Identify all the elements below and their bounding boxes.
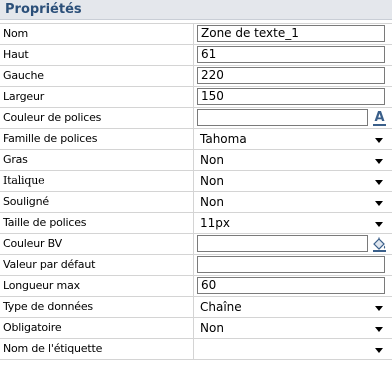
property-row-italique: Italique Non [0,171,392,192]
max-length-input[interactable]: 60 [197,277,385,294]
property-label: Obligatoire [0,318,194,338]
chevron-down-icon[interactable] [375,201,383,206]
property-label: Gauche [0,66,194,86]
property-row-gras: Gras Non [0,150,392,171]
panel-title: Propriétés [0,0,392,20]
property-label: Nom [0,24,194,44]
chevron-down-icon[interactable] [375,222,383,227]
property-row-longueur-max: Longueur max 60 [0,276,392,297]
property-row-obligatoire: Obligatoire Non [0,318,392,339]
left-input[interactable]: 220 [197,67,385,84]
property-row-nom-etiquette: Nom de l'étiquette [0,339,392,360]
chevron-down-icon[interactable] [375,306,383,311]
selected-value: Chaîne [200,300,242,314]
font-family-select[interactable]: Tahoma [197,131,385,148]
selected-value: Non [200,195,224,209]
selected-value: 11px [200,216,230,230]
chevron-down-icon[interactable] [375,138,383,143]
font-size-select[interactable]: 11px [197,215,385,232]
font-color-input[interactable] [197,109,368,126]
selected-value: Non [200,153,224,167]
top-input[interactable]: 61 [197,46,385,63]
property-row-souligne: Souligné Non [0,192,392,213]
property-label: Couleur BV [0,234,194,254]
border-color-input[interactable] [197,235,368,252]
selected-value: Non [200,174,224,188]
property-label: Largeur [0,87,194,107]
name-input[interactable]: Zone de texte_1 [197,25,385,42]
label-name-select[interactable] [197,341,385,358]
property-row-couleur-police: Couleur de polices A [0,108,392,129]
selected-value: Non [200,321,224,335]
property-label: Nom de l'étiquette [0,339,194,359]
property-row-type-donnees: Type de données Chaîne [0,297,392,318]
property-row-haut: Haut 61 [0,45,392,66]
width-input[interactable]: 150 [197,88,385,105]
property-grid: Nom Zone de texte_1 Haut 61 Gauche 220 L… [0,23,392,360]
property-label: Taille de polices [0,213,194,233]
property-label: Souligné [0,192,194,212]
property-row-taille-police: Taille de polices 11px [0,213,392,234]
property-label: Gras [0,150,194,170]
property-label: Longueur max [0,276,194,296]
property-label: Haut [0,45,194,65]
property-row-famille-police: Famille de polices Tahoma [0,129,392,150]
bold-select[interactable]: Non [197,152,385,169]
property-label: Italique [0,171,194,191]
property-row-largeur: Largeur 150 [0,87,392,108]
italic-select[interactable]: Non [197,173,385,190]
property-row-valeur-defaut: Valeur par défaut [0,255,392,276]
data-type-select[interactable]: Chaîne [197,299,385,316]
property-label: Couleur de polices [0,108,194,128]
property-label: Valeur par défaut [0,255,194,275]
chevron-down-icon[interactable] [375,180,383,185]
property-label: Type de données [0,297,194,317]
chevron-down-icon[interactable] [375,327,383,332]
property-row-nom: Nom Zone de texte_1 [0,24,392,45]
chevron-down-icon[interactable] [375,159,383,164]
selected-value: Tahoma [200,132,247,146]
property-row-couleur-bv: Couleur BV [0,234,392,255]
property-label: Famille de polices [0,129,194,149]
required-select[interactable]: Non [197,320,385,337]
properties-panel: Propriétés Nom Zone de texte_1 Haut 61 G… [0,0,392,373]
paint-bucket-icon[interactable] [371,235,388,253]
font-color-icon[interactable]: A [371,109,388,127]
default-value-input[interactable] [197,256,385,273]
underline-select[interactable]: Non [197,194,385,211]
chevron-down-icon[interactable] [375,348,383,353]
property-row-gauche: Gauche 220 [0,66,392,87]
